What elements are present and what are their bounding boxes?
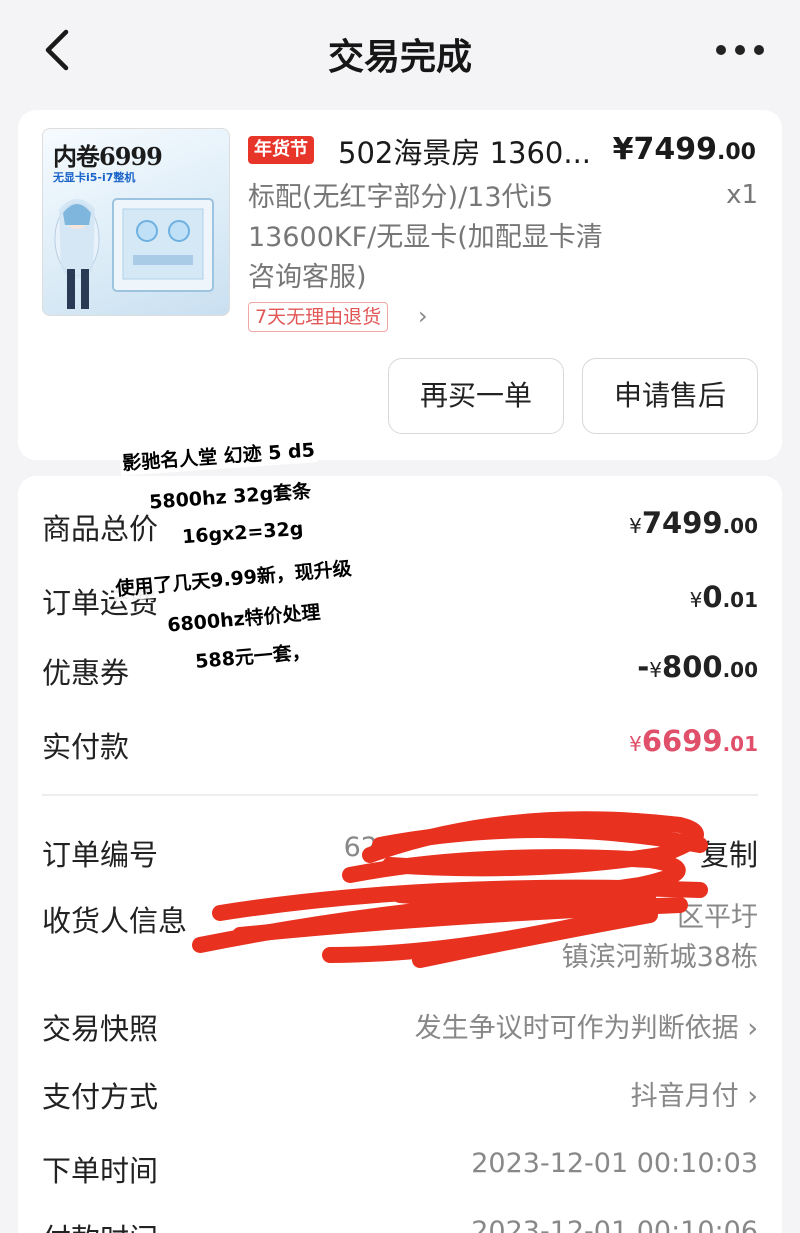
payment-value: 抖音月付 › bbox=[630, 1081, 758, 1112]
receiver-line-2: 镇滨河新城38栋 bbox=[561, 942, 758, 973]
product-card: 内卷6999 无显卡i5-i7整机 年货节 502海景房 1360... ¥74… bbox=[18, 110, 782, 460]
paid-value: ¥6699.01 bbox=[629, 724, 758, 758]
coupon-value: -¥800.00 bbox=[637, 650, 758, 684]
return-policy-tag[interactable]: 7天无理由退货 bbox=[248, 302, 389, 332]
top-nav: 交易完成 bbox=[0, 0, 800, 100]
order-time-label: 下单时间 bbox=[42, 1154, 159, 1188]
product-price: ¥7499.00 bbox=[613, 132, 756, 167]
rebuy-button[interactable]: 再买一单 bbox=[388, 358, 564, 434]
goods-total-label: 商品总价 bbox=[42, 512, 159, 546]
receiver-line-1: 区平圩 bbox=[677, 902, 758, 933]
paid-label: 实付款 bbox=[42, 730, 130, 764]
pay-time-value: 2023-12-01 00:10:06 bbox=[471, 1216, 758, 1233]
payment-label: 支付方式 bbox=[42, 1080, 159, 1114]
chevron-right-icon: › bbox=[747, 1013, 758, 1044]
pay-time-label: 付款时间 bbox=[42, 1216, 158, 1233]
order-time-value: 2023-12-01 00:10:03 bbox=[471, 1148, 758, 1179]
product-title[interactable]: 502海景房 1360... bbox=[338, 130, 591, 172]
snapshot-value: 发生争议时可作为判断依据 › bbox=[414, 1013, 758, 1044]
price-cents: .00 bbox=[717, 140, 756, 165]
snapshot-label: 交易快照 bbox=[42, 1012, 159, 1046]
receiver-address: 区平圩 镇滨河新城38栋 bbox=[562, 898, 758, 978]
price-main: ¥7499 bbox=[612, 132, 718, 167]
chevron-right-icon[interactable]: › bbox=[418, 302, 428, 330]
order-number-value: 62 bbox=[343, 832, 378, 863]
more-dots-icon[interactable] bbox=[716, 42, 764, 58]
thumb-subtitle: 无显卡i5-i7整机 bbox=[53, 171, 136, 184]
chevron-right-icon: › bbox=[747, 1081, 758, 1112]
product-spec: 标配(无红字部分)/13代i5 13600KF/无显卡(加配显卡清咨询客服) bbox=[248, 182, 603, 293]
product-quantity: x1 bbox=[726, 180, 758, 210]
page-title: 交易完成 bbox=[327, 37, 472, 78]
order-info-card: 商品总价 ¥7499.00 订单运费 ¥0.01 优惠券 -¥800.00 实付… bbox=[18, 476, 782, 1233]
goods-total-value: ¥7499.00 bbox=[629, 506, 758, 540]
receiver-label: 收货人信息 bbox=[42, 904, 188, 938]
festival-tag: 年货节 bbox=[248, 136, 314, 164]
after-sale-button[interactable]: 申请售后 bbox=[582, 358, 758, 434]
copy-button[interactable]: 复制 bbox=[700, 832, 758, 874]
divider bbox=[42, 794, 758, 796]
thumb-title: 内卷6999 bbox=[53, 142, 163, 171]
shipping-value: ¥0.01 bbox=[689, 580, 758, 614]
order-number-label: 订单编号 bbox=[42, 838, 159, 872]
product-thumbnail[interactable]: 内卷6999 无显卡i5-i7整机 bbox=[42, 128, 230, 316]
coupon-label: 优惠券 bbox=[42, 656, 130, 690]
shipping-label: 订单运费 bbox=[42, 586, 159, 620]
